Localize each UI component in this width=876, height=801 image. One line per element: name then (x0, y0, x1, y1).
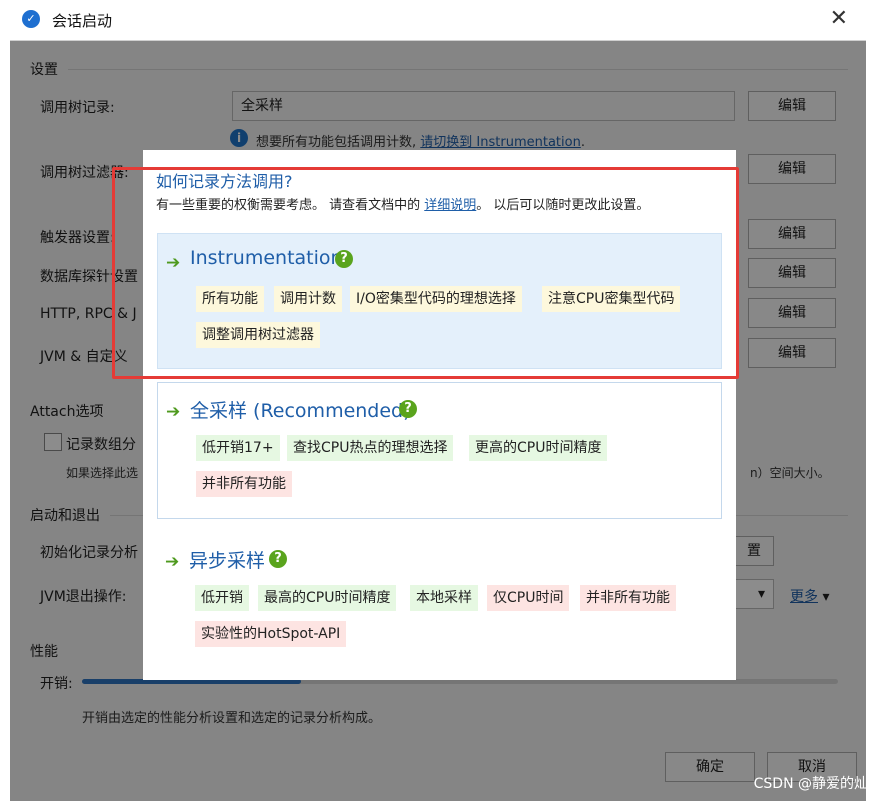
arrow-right-icon: ➔ (165, 552, 180, 572)
tag: 更高的CPU时间精度 (469, 435, 608, 461)
tag: 本地采样 (410, 585, 478, 611)
tag: 实验性的HotSpot-API (195, 621, 347, 647)
help-icon[interactable]: ? (399, 400, 417, 418)
tag: 仅CPU时间 (487, 585, 570, 611)
close-icon[interactable]: ✕ (830, 6, 848, 31)
title-bar: ✓ 会话启动 ✕ (10, 0, 866, 41)
window-title: 会话启动 (52, 12, 113, 30)
option-instrumentation[interactable]: ➔ Instrumentation ? 所有功能 调用计数 I/O密集型代码的理… (157, 233, 722, 369)
help-icon[interactable]: ? (335, 250, 353, 268)
arrow-right-icon: ➔ (166, 253, 181, 273)
tag: I/O密集型代码的理想选择 (350, 286, 522, 312)
subtitle-text-end: 。 以后可以随时更改此设置。 (476, 198, 650, 213)
details-link[interactable]: 详细说明 (424, 198, 476, 213)
tag: 并非所有功能 (196, 471, 292, 497)
tag: 查找CPU热点的理想选择 (287, 435, 454, 461)
tag: 低开销 (195, 585, 249, 611)
help-icon[interactable]: ? (269, 550, 287, 568)
app-logo-icon: ✓ (22, 10, 40, 28)
tag: 并非所有功能 (580, 585, 676, 611)
tag: 注意CPU密集型代码 (542, 286, 681, 312)
tag: 调用计数 (274, 286, 342, 312)
session-startup-window: ✓ 会话启动 ✕ 设置 调用树记录: 全采样 编辑 i 想要所有功能包括调用计数… (0, 0, 876, 801)
option-title: Instrumentation (190, 247, 343, 269)
arrow-right-icon: ➔ (166, 402, 181, 422)
tag: 低开销17+ (196, 435, 280, 461)
option-title: 异步采样 (189, 550, 266, 572)
option-full-sampling[interactable]: ➔ 全采样 (Recommended) ? 低开销17+ 查找CPU热点的理想选… (157, 382, 722, 519)
option-title: 全采样 (Recommended) (190, 400, 411, 422)
tag: 调整调用树过滤器 (196, 322, 320, 348)
watermark: CSDN @静爱的灿 (753, 776, 868, 792)
option-async-sampling[interactable]: ➔ 异步采样 ? 低开销 最高的CPU时间精度 本地采样 仅CPU时间 并非所有… (157, 533, 722, 673)
subtitle-text: 有一些重要的权衡需要考虑。 请查看文档中的 (156, 198, 425, 213)
popup-title: 如何记录方法调用? (156, 172, 293, 191)
tag: 最高的CPU时间精度 (258, 585, 397, 611)
tag: 所有功能 (196, 286, 264, 312)
recording-method-popup: 如何记录方法调用? 有一些重要的权衡需要考虑。 请查看文档中的 详细说明。 以后… (143, 150, 736, 680)
popup-subtitle: 有一些重要的权衡需要考虑。 请查看文档中的 详细说明。 以后可以随时更改此设置。 (156, 194, 649, 213)
